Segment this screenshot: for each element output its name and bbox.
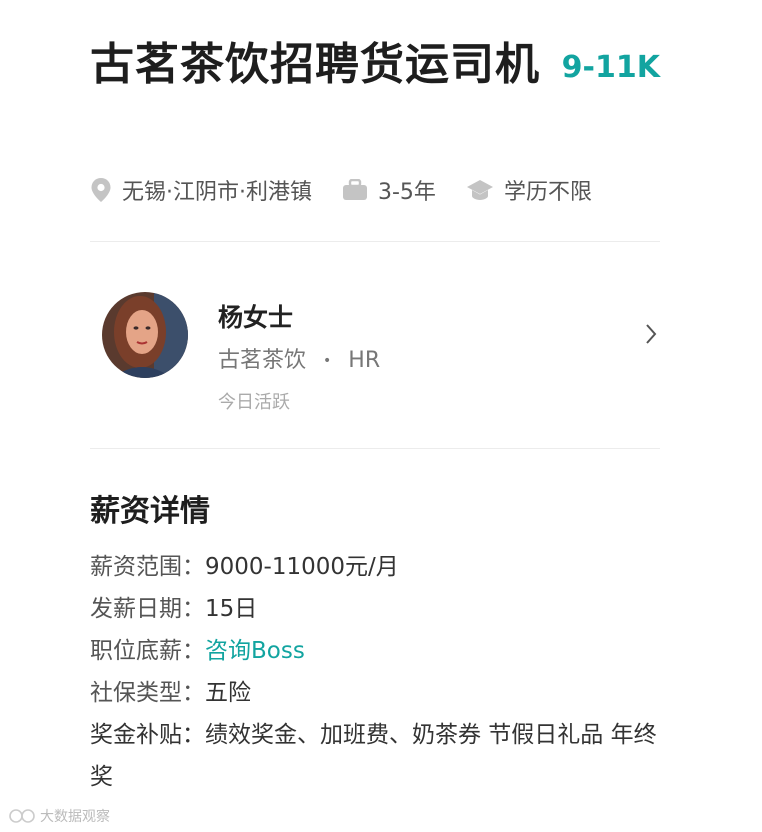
hr-role: HR [348,348,381,373]
detail-label: 社保类型： [90,680,205,706]
experience-text: 3-5年 [378,180,436,205]
detail-row-salary-range: 薪资范围：9000-11000元/月 [90,546,660,588]
hr-active-status: 今日活跃 [218,392,290,413]
graduation-cap-icon [466,180,493,200]
detail-row-insurance: 社保类型：五险 [90,672,660,714]
detail-label: 薪资范围： [90,554,205,580]
location-pin-icon [91,178,111,202]
chevron-right-icon[interactable] [644,322,658,346]
detail-row-pay-date: 发薪日期：15日 [90,588,660,630]
detail-label: 奖金补贴： [90,722,205,748]
education-text: 学历不限 [503,180,592,205]
watermark-logo-icon [9,809,35,823]
detail-row-bonus: 奖金补贴：绩效奖金、加班费、奶茶券 节假日礼品 年终奖 [90,714,660,798]
watermark: 大数据观察 [8,806,110,826]
hr-company-line: 古茗茶饮 • HR [218,342,380,374]
watermark-text: 大数据观察 [40,809,110,825]
avatar [102,292,188,378]
detail-label: 职位底薪： [90,638,205,664]
location-text: 无锡·江阴市·利港镇 [122,180,312,205]
detail-value: 15日 [205,596,258,622]
job-title: 古茗茶饮招聘货运司机 [90,39,540,90]
location-item: 无锡·江阴市·利港镇 [90,174,312,206]
education-item: 学历不限 [466,174,592,206]
experience-item: 3-5年 [342,174,436,206]
briefcase-icon [343,179,367,200]
salary-range: 9-11K [561,50,660,85]
hr-name: 杨女士 [218,303,294,332]
job-meta: 无锡·江阴市·利港镇 3-5年 学历不限 [90,172,622,208]
separator-dot: • [323,353,332,369]
divider [90,448,660,449]
divider [90,241,660,242]
hr-company: 古茗茶饮 [218,348,307,373]
ask-boss-link[interactable]: 咨询Boss [205,638,305,664]
salary-details-list: 薪资范围：9000-11000元/月 发薪日期：15日 职位底薪：咨询Boss … [90,546,660,798]
section-title: 薪资详情 [90,494,210,529]
hr-card[interactable]: 杨女士 古茗茶饮 • HR 今日活跃 [90,274,660,424]
detail-value: 五险 [205,680,251,706]
detail-label: 发薪日期： [90,596,205,622]
detail-row-base-salary: 职位底薪：咨询Boss [90,630,660,672]
detail-value: 9000-11000元/月 [205,554,399,580]
